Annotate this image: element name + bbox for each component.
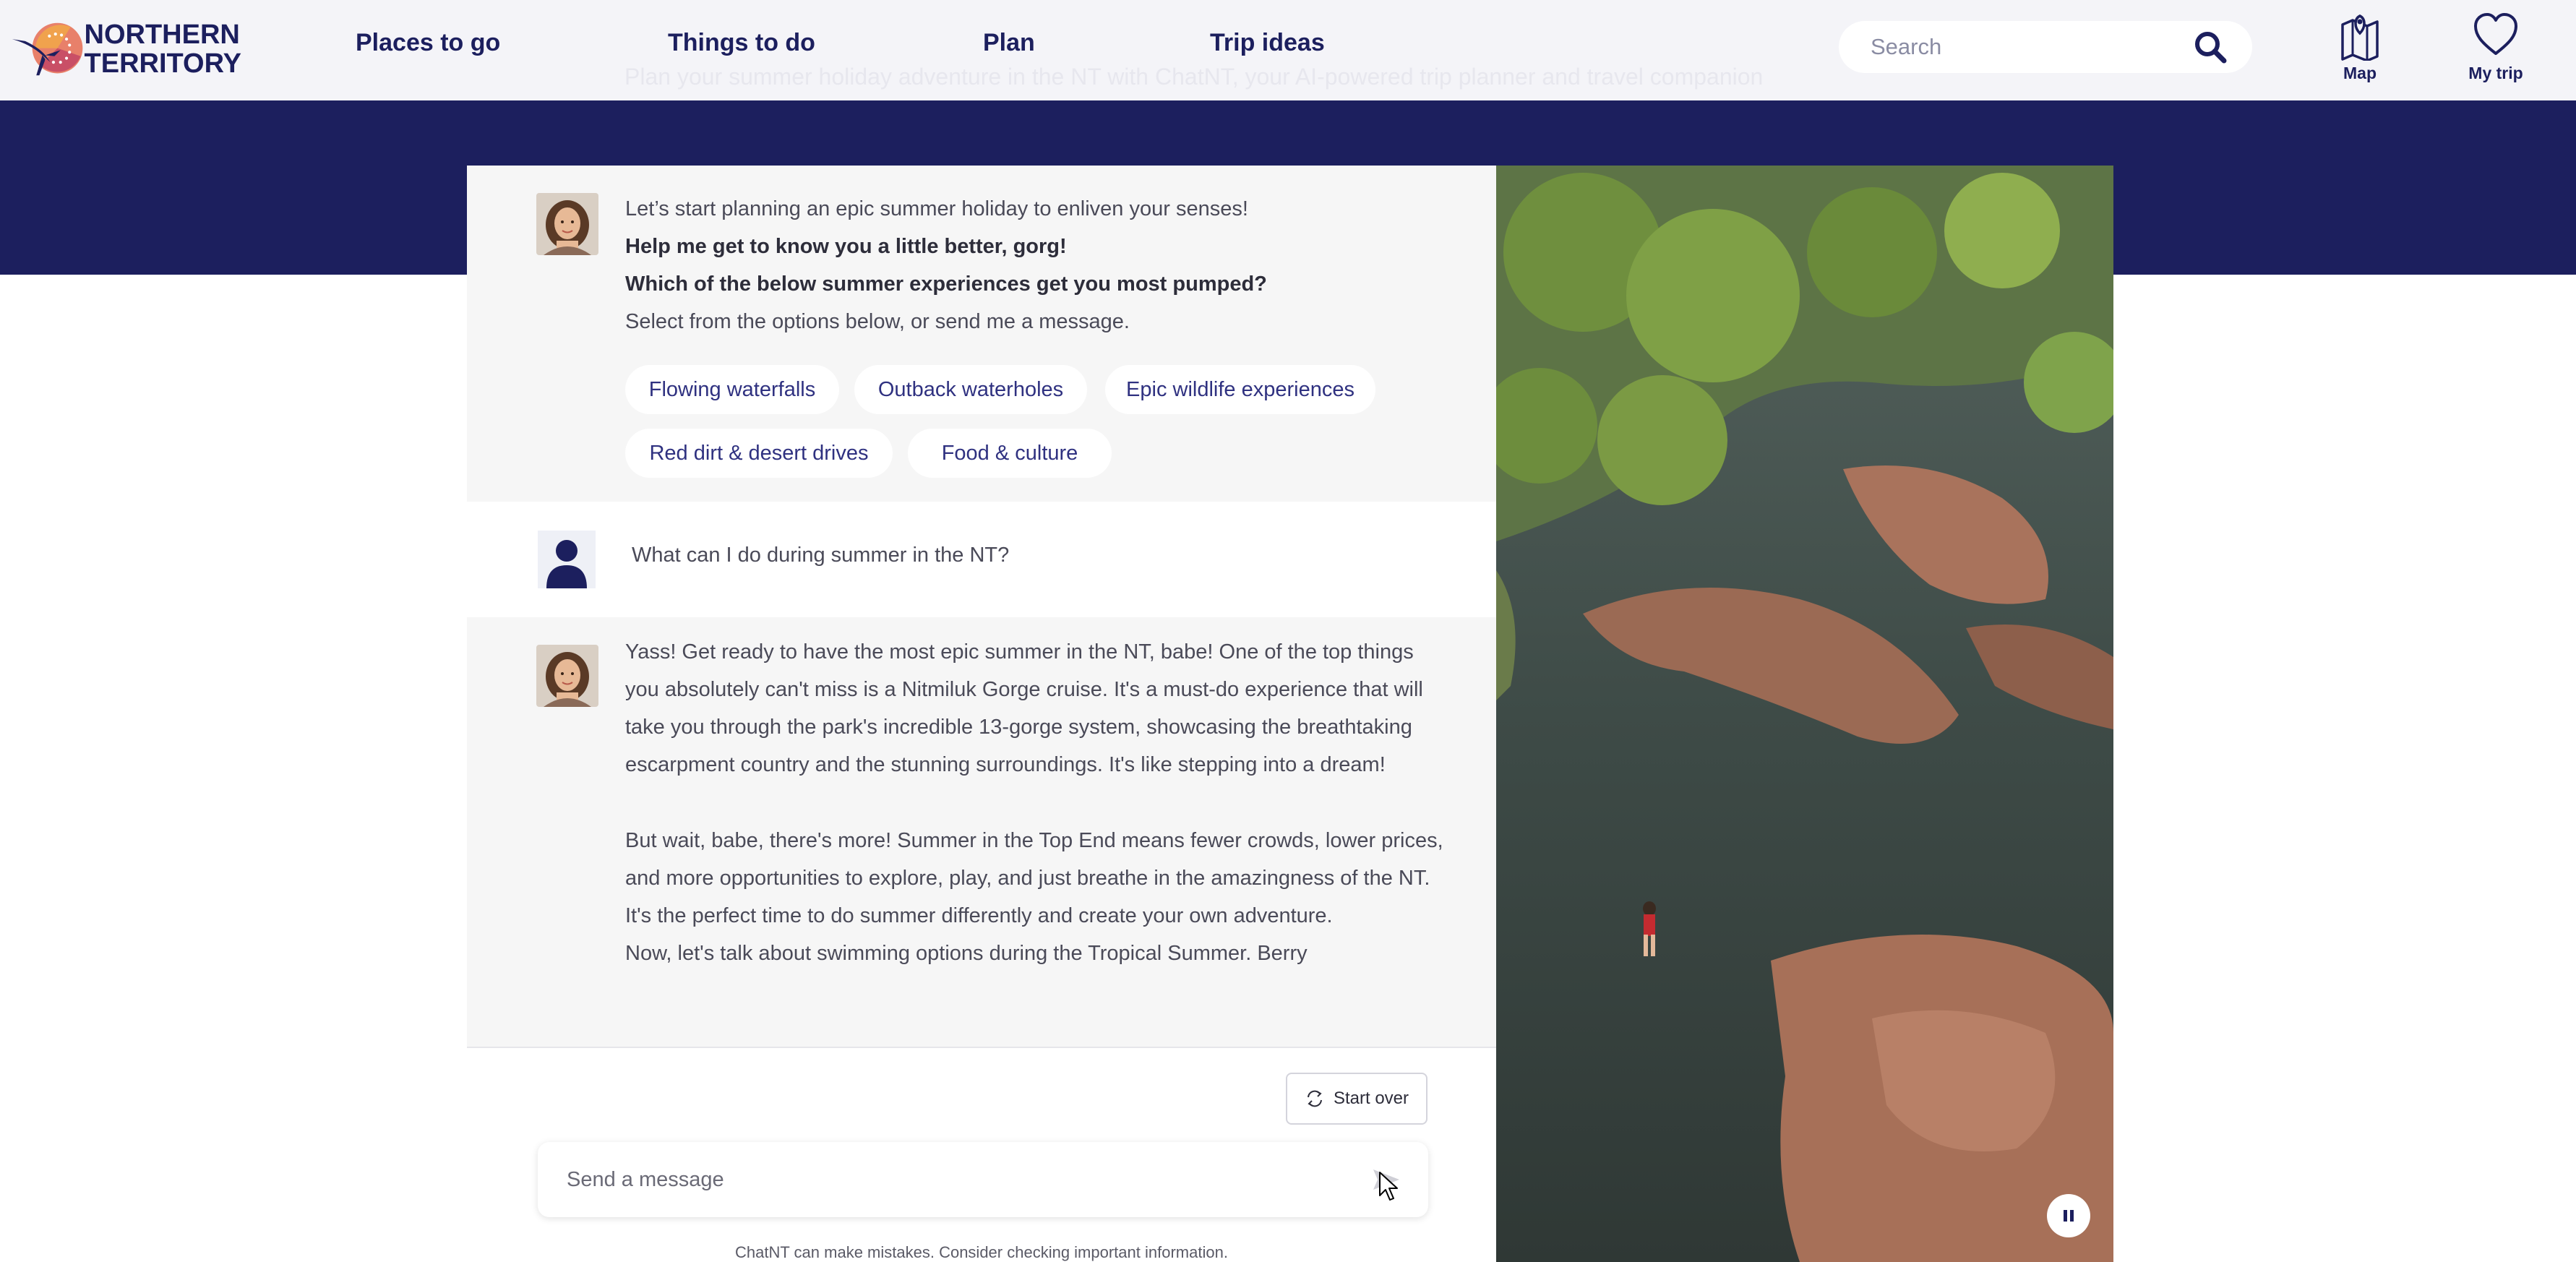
message-input[interactable] bbox=[567, 1167, 1366, 1192]
logo-line-2: TERRITORY bbox=[84, 48, 241, 79]
user-avatar bbox=[538, 531, 596, 588]
bird-logo-icon bbox=[12, 22, 83, 76]
chat-panel: Let’s start planning an epic summer holi… bbox=[467, 166, 1496, 1262]
pause-icon bbox=[2064, 1210, 2074, 1222]
refresh-icon bbox=[1307, 1090, 1322, 1107]
logo-text: NORTHERN TERRITORY bbox=[85, 20, 241, 78]
my-trip-label: My trip bbox=[2468, 64, 2523, 82]
message-box bbox=[538, 1142, 1428, 1217]
disclaimer-text: ChatNT can make mistakes. Consider check… bbox=[735, 1243, 1228, 1261]
intro-line-3-text: Which of the below summer experiences ge… bbox=[625, 272, 1267, 296]
intro-line-3: Which of the below summer experiences ge… bbox=[625, 265, 1267, 303]
intro-line-1: Let’s start planning an epic summer holi… bbox=[625, 197, 1248, 220]
mouse-cursor-icon bbox=[1379, 1172, 1398, 1201]
search-icon bbox=[2195, 32, 2227, 64]
nav-things-to-do[interactable]: Things to do bbox=[668, 29, 815, 57]
reply-paragraph-2: But wait, babe, there's more! Summer in … bbox=[625, 829, 1443, 927]
heart-icon bbox=[2474, 13, 2517, 55]
faded-background-text: Plan your summer holiday adventure in th… bbox=[624, 64, 1764, 90]
bot-avatar bbox=[536, 645, 598, 707]
map-label: Map bbox=[2343, 64, 2377, 82]
my-trip-button[interactable]: My trip bbox=[2449, 9, 2543, 88]
intro-line-2: Help me get to know you a little better,… bbox=[625, 228, 1067, 265]
bot-avatar bbox=[536, 193, 598, 255]
hero-photo-rockpool-swimmer bbox=[1496, 166, 2113, 1262]
reply-paragraph-1: Yass! Get ready to have the most epic su… bbox=[625, 640, 1423, 776]
logo-line-1: NORTHERN bbox=[84, 20, 240, 50]
chat-composer: Start over ChatNT can make mistakes. Con… bbox=[467, 1048, 1496, 1262]
map-pin-icon bbox=[2341, 14, 2379, 61]
northern-territory-logo[interactable]: NORTHERN TERRITORY bbox=[10, 6, 241, 93]
bot-reply-message: Yass! Get ready to have the most epic su… bbox=[467, 617, 1496, 1047]
search-input[interactable] bbox=[1871, 34, 2191, 60]
chip-outback-waterholes[interactable]: Outback waterholes bbox=[854, 365, 1087, 414]
reply-paragraph-3: Now, let's talk about swimming options d… bbox=[625, 942, 1308, 965]
intro-line-2-text: Help me get to know you a little better,… bbox=[625, 235, 1067, 258]
nav-plan[interactable]: Plan bbox=[983, 29, 1035, 57]
map-button[interactable]: Map bbox=[2313, 9, 2407, 88]
pause-video-button[interactable] bbox=[2047, 1194, 2090, 1237]
user-message: What can I do during summer in the NT? bbox=[467, 502, 1496, 617]
bot-intro-message: Let’s start planning an epic summer holi… bbox=[467, 166, 1496, 499]
chip-flowing-waterfalls[interactable]: Flowing waterfalls bbox=[625, 365, 839, 414]
intro-line-4: Select from the options below, or send m… bbox=[625, 310, 1130, 333]
user-message-text: What can I do during summer in the NT? bbox=[632, 544, 1010, 567]
start-over-label: Start over bbox=[1333, 1089, 1409, 1108]
nav-places-to-go[interactable]: Places to go bbox=[356, 29, 500, 57]
chip-epic-wildlife[interactable]: Epic wildlife experiences bbox=[1105, 365, 1375, 414]
nav-trip-ideas[interactable]: Trip ideas bbox=[1210, 29, 1325, 57]
search-bar bbox=[1839, 21, 2252, 73]
start-over-button[interactable]: Start over bbox=[1286, 1073, 1427, 1125]
chip-food-culture[interactable]: Food & culture bbox=[908, 429, 1112, 478]
chip-red-dirt-drives[interactable]: Red dirt & desert drives bbox=[625, 429, 893, 478]
top-navigation: Plan your summer holiday adventure in th… bbox=[0, 0, 2576, 100]
search-button[interactable] bbox=[2191, 28, 2229, 66]
